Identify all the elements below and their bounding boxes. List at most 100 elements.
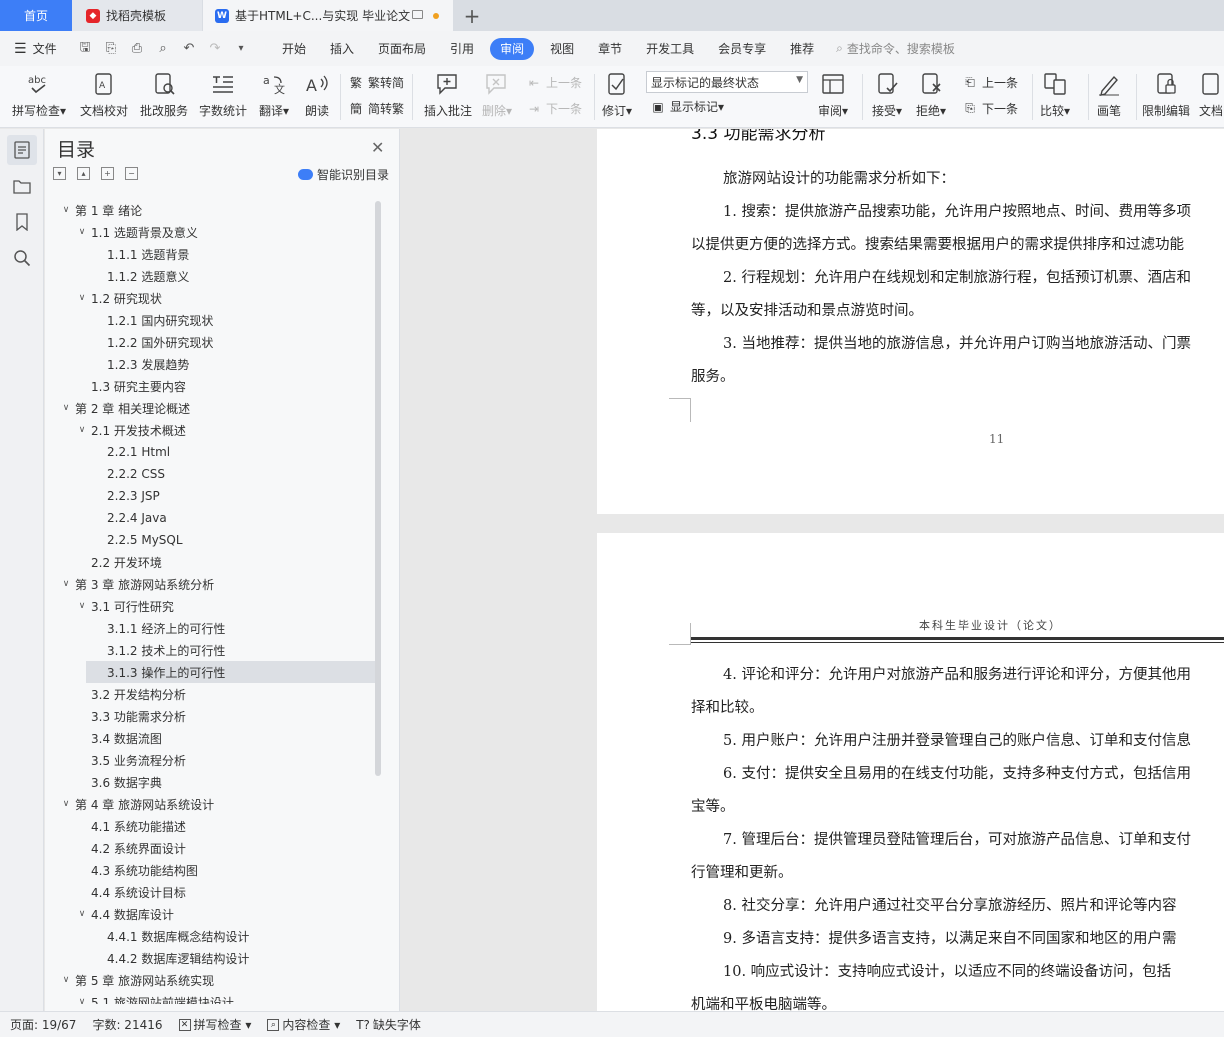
- toc-item[interactable]: 2.2.5 MySQL: [45, 529, 375, 551]
- paragraph-line[interactable]: 9. 多语言支持：提供多语言支持，以满足来自不同国家和地区的用户需: [723, 927, 1176, 948]
- smart-toc-button[interactable]: 智能识别目录: [298, 166, 389, 183]
- prev-comment-button[interactable]: ⇤ 上一条: [526, 74, 582, 91]
- paragraph-line[interactable]: 1. 搜索：提供旅游产品搜索功能，允许用户按照地点、时间、费用等多项: [723, 200, 1191, 221]
- delete-comment-button[interactable]: 删除▾: [482, 70, 512, 119]
- menu-insert[interactable]: 插入: [318, 38, 366, 60]
- pen-button[interactable]: 画笔: [1096, 70, 1122, 119]
- toc-item[interactable]: 3.1.2 技术上的可行性: [45, 639, 375, 661]
- menu-start[interactable]: 开始: [270, 38, 318, 60]
- menu-developer[interactable]: 开发工具: [634, 38, 706, 60]
- chevron-down-icon[interactable]: ∨: [59, 799, 73, 809]
- file-menu[interactable]: ☰ 文件: [0, 40, 68, 57]
- toc-item[interactable]: 1.1.2 选题意义: [45, 265, 375, 287]
- toc-item[interactable]: 1.2.2 国外研究现状: [45, 331, 375, 353]
- toc-item[interactable]: 1.3 研究主要内容: [45, 375, 375, 397]
- toc-item[interactable]: ∨ 1.2 研究现状: [45, 287, 375, 309]
- toc-item[interactable]: ∨ 第 1 章 绪论: [45, 199, 375, 221]
- simp-to-trad-button[interactable]: 簡 简转繁: [348, 100, 404, 117]
- customize-icon[interactable]: ▾: [232, 43, 250, 54]
- next-change-button[interactable]: ⎘ 下一条: [962, 100, 1018, 117]
- show-markup-button[interactable]: ▣ 显示标记 ▾: [650, 98, 724, 115]
- menu-references[interactable]: 引用: [438, 38, 486, 60]
- paragraph-line[interactable]: 8. 社交分享：允许用户通过社交平台分享旅游经历、照片和评论等内容: [723, 894, 1176, 915]
- toc-scrollbar[interactable]: [375, 201, 381, 776]
- toc-item[interactable]: 1.1.1 选题背景: [45, 243, 375, 265]
- toc-item[interactable]: 2.2 开发环境: [45, 551, 375, 573]
- paragraph-line[interactable]: 服务。: [691, 365, 735, 386]
- export-pdf-icon[interactable]: ⎘: [102, 41, 120, 56]
- chapter-nav-icon[interactable]: [7, 171, 37, 201]
- paragraph-line[interactable]: 机端和平板电脑端等。: [691, 993, 836, 1011]
- toc-item[interactable]: 4.4.1 数据库概念结构设计: [45, 925, 375, 947]
- reject-button[interactable]: 拒绝▾: [916, 70, 946, 119]
- collapse-down-icon[interactable]: ▾: [53, 167, 66, 180]
- paragraph-line[interactable]: 10. 响应式设计：支持响应式设计，以适应不同的终端设备访问，包括: [723, 960, 1171, 981]
- chevron-down-icon[interactable]: ∨: [75, 227, 89, 237]
- chevron-down-icon[interactable]: ∨: [75, 909, 89, 919]
- save-icon[interactable]: 🖫: [76, 38, 94, 60]
- toc-item[interactable]: 2.2.2 CSS: [45, 463, 375, 485]
- chevron-down-icon[interactable]: ∨: [75, 293, 89, 303]
- track-changes-button[interactable]: 修订▾: [602, 70, 632, 119]
- spellcheck-button[interactable]: abc 拼写检查▾: [12, 70, 66, 119]
- toc-item[interactable]: 4.2 系统界面设计: [45, 837, 375, 859]
- paragraph-line[interactable]: 5. 用户账户：允许用户注册并登录管理自己的账户信息、订单和支付信息: [723, 729, 1191, 750]
- toc-item[interactable]: 3.3 功能需求分析: [45, 705, 375, 727]
- toc-item[interactable]: 3.5 业务流程分析: [45, 749, 375, 771]
- toc-item[interactable]: ∨ 2.1 开发技术概述: [45, 419, 375, 441]
- print-preview-icon[interactable]: ⌕: [154, 41, 172, 56]
- toc-item[interactable]: 3.2 开发结构分析: [45, 683, 375, 705]
- new-tab-button[interactable]: +: [458, 0, 486, 31]
- toc-item[interactable]: 2.2.1 Html: [45, 441, 375, 463]
- status-spellcheck[interactable]: ✕ 拼写检查 ▾: [178, 1016, 251, 1033]
- restrict-edit-button[interactable]: 限制编辑: [1142, 70, 1190, 119]
- find-icon[interactable]: [7, 243, 37, 273]
- paragraph-line[interactable]: 以提供更方便的选择方式。搜索结果需要根据用户的需求提供排序和过滤功能: [691, 233, 1184, 254]
- screen-icon[interactable]: [412, 10, 423, 19]
- close-icon[interactable]: ✕: [371, 138, 384, 157]
- review-pane-button[interactable]: 审阅▾: [818, 70, 848, 119]
- toc-item[interactable]: 2.2.4 Java: [45, 507, 375, 529]
- paragraph-line[interactable]: 宝等。: [691, 795, 735, 816]
- word-count-button[interactable]: 字数统计: [199, 70, 247, 119]
- chevron-down-icon[interactable]: ∨: [59, 975, 73, 985]
- markup-state-select[interactable]: 显示标记的最终状态 ▼: [646, 71, 808, 93]
- menu-member[interactable]: 会员专享: [706, 38, 778, 60]
- toc-item[interactable]: ∨ 第 5 章 旅游网站系统实现: [45, 969, 375, 991]
- menu-section[interactable]: 章节: [586, 38, 634, 60]
- toc-item[interactable]: 3.1.3 操作上的可行性: [86, 661, 375, 683]
- paragraph-line[interactable]: 3. 当地推荐：提供当地的旅游信息，并允许用户订购当地旅游活动、门票: [723, 332, 1191, 353]
- undo-icon[interactable]: ↶: [180, 41, 198, 56]
- doc-proof-button[interactable]: A 文档校对: [80, 70, 128, 119]
- toc-item[interactable]: 4.4.2 数据库逻辑结构设计: [45, 947, 375, 969]
- chevron-down-icon[interactable]: ∨: [75, 997, 89, 1004]
- chevron-down-icon[interactable]: ∨: [75, 601, 89, 611]
- accept-button[interactable]: 接受▾: [872, 70, 902, 119]
- print-icon[interactable]: ⎙: [128, 41, 146, 56]
- menu-page-layout[interactable]: 页面布局: [366, 38, 438, 60]
- document-more-button[interactable]: 文档: [1198, 70, 1224, 119]
- toc-item[interactable]: 1.2.3 发展趋势: [45, 353, 375, 375]
- toc-item[interactable]: ∨ 4.4 数据库设计: [45, 903, 375, 925]
- insert-comment-button[interactable]: 插入批注: [424, 70, 472, 119]
- toc-item[interactable]: 4.3 系统功能结构图: [45, 859, 375, 881]
- tab-template[interactable]: ◆ 找稻壳模板: [72, 0, 202, 31]
- toc-item[interactable]: 3.1.1 经济上的可行性: [45, 617, 375, 639]
- trad-to-simp-button[interactable]: 繁 繁转简: [348, 74, 404, 91]
- toc-item[interactable]: ∨ 5.1 旅游网站前端模块设计: [45, 991, 375, 1005]
- menu-view[interactable]: 视图: [538, 38, 586, 60]
- toc-item[interactable]: ∨ 第 4 章 旅游网站系统设计: [45, 793, 375, 815]
- toc-item[interactable]: ∨ 3.1 可行性研究: [45, 595, 375, 617]
- collapse-all-icon[interactable]: −: [125, 167, 138, 180]
- paragraph-line[interactable]: 6. 支付：提供安全且易用的在线支付功能，支持多种支付方式，包括信用: [723, 762, 1191, 783]
- toc-item[interactable]: ∨ 第 3 章 旅游网站系统分析: [45, 573, 375, 595]
- tab-home[interactable]: 首页: [0, 0, 72, 31]
- tab-document[interactable]: W 基于HTML+C...与实现 毕业论文: [203, 0, 453, 31]
- next-comment-button[interactable]: ⇥ 下一条: [526, 100, 582, 117]
- toc-item[interactable]: 2.2.3 JSP: [45, 485, 375, 507]
- toc-item[interactable]: 3.6 数据字典: [45, 771, 375, 793]
- chevron-down-icon[interactable]: ∨: [59, 579, 73, 589]
- prev-change-button[interactable]: ⎗ 上一条: [962, 74, 1018, 91]
- menu-review[interactable]: 审阅: [490, 37, 535, 60]
- compare-button[interactable]: 比较▾: [1040, 70, 1070, 119]
